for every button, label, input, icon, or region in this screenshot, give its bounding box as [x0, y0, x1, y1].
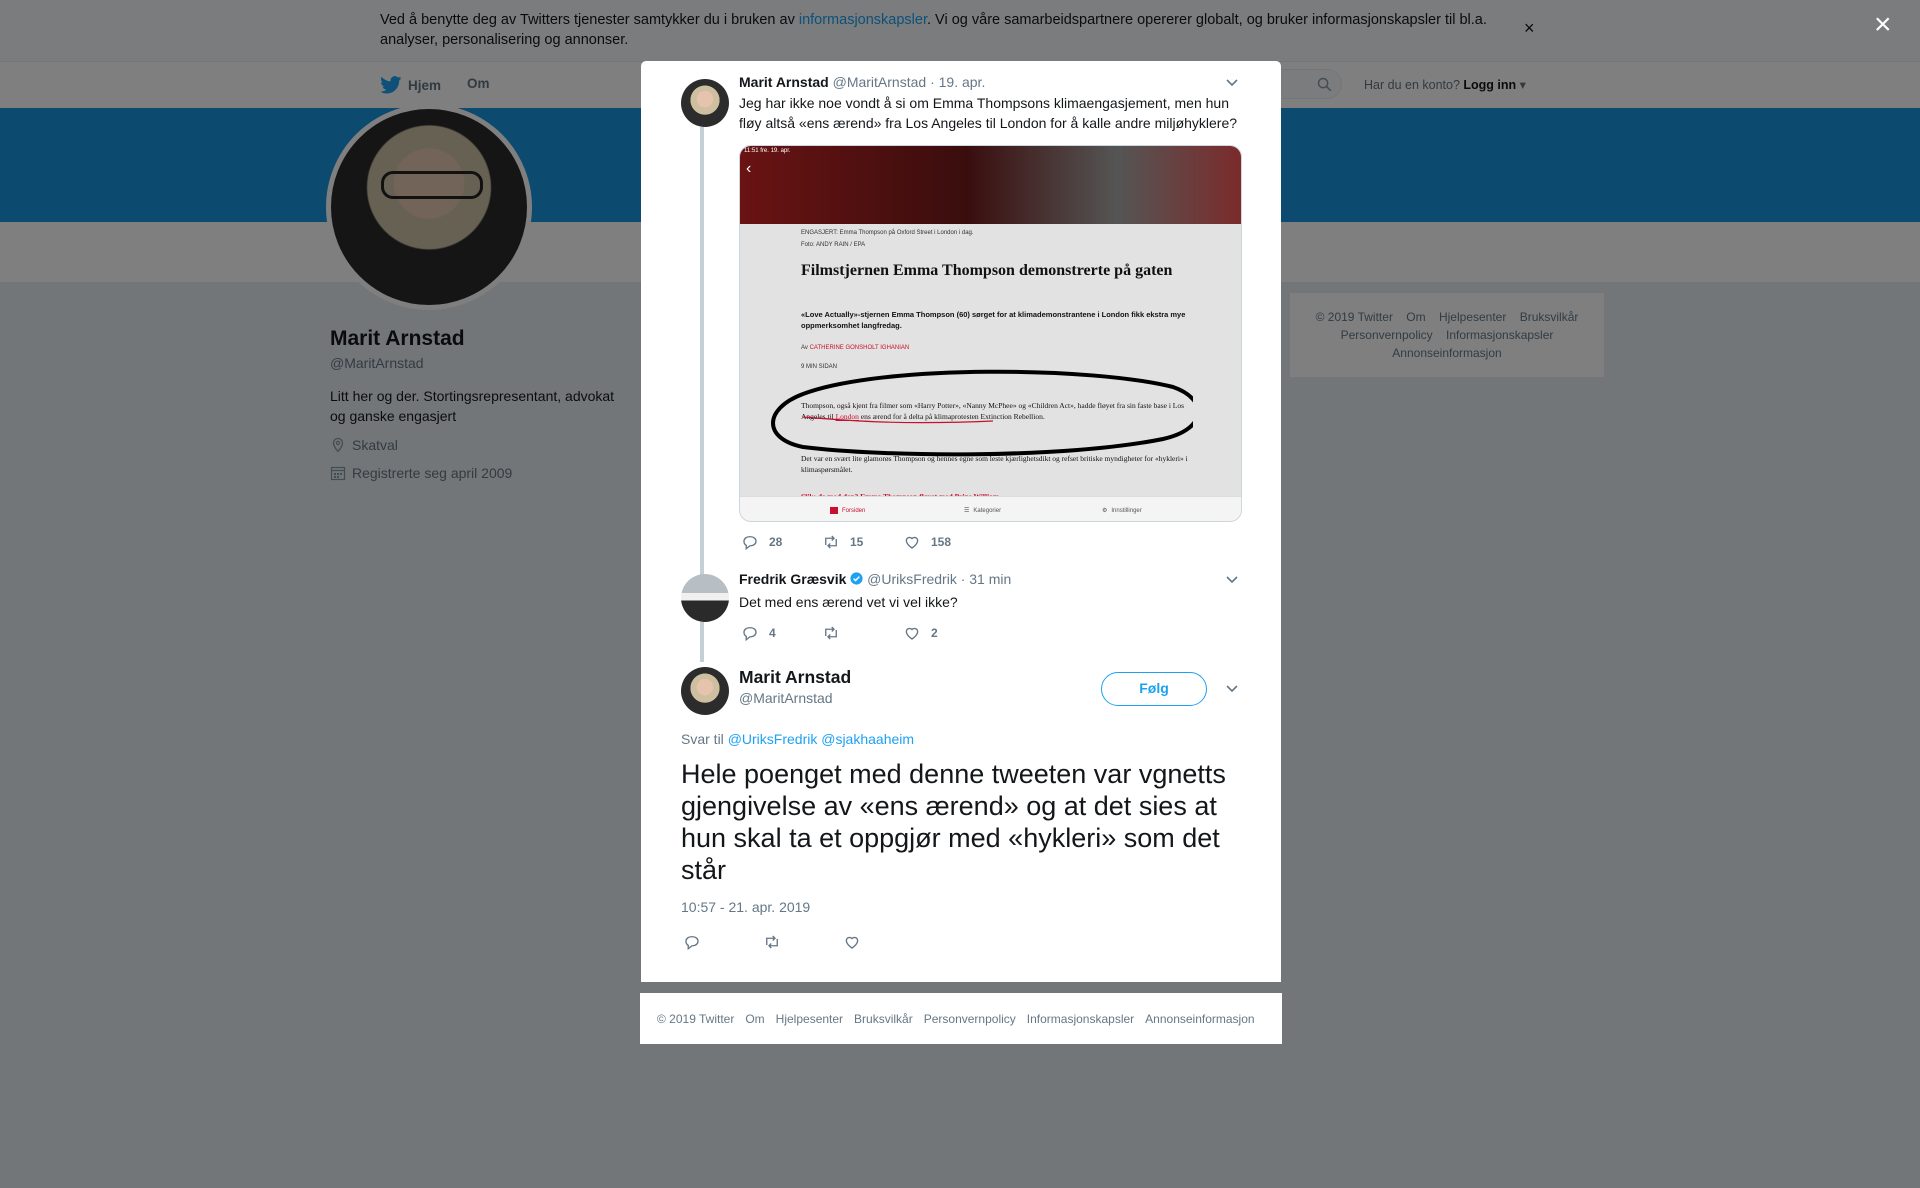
footer-link[interactable]: Informasjonskapsler	[1027, 1012, 1134, 1026]
reply-icon	[743, 627, 757, 642]
footer-link[interactable]: © 2019 Twitter	[657, 1012, 734, 1026]
like-icon	[845, 936, 859, 949]
tweet-date[interactable]: · 19. apr.	[930, 74, 985, 90]
home-tab-icon	[830, 507, 838, 514]
avatar[interactable]	[681, 667, 729, 715]
tweet-header: Marit Arnstad @MaritArnstad · 19. apr.	[739, 74, 985, 90]
tweet-text: Det med ens ærend vet vi vel ikke?	[739, 594, 958, 610]
article-byline: Av CATHERINE GONSHOLT IGHANIAN	[801, 345, 910, 351]
footer-link[interactable]: Annonseinformasjon	[1145, 1012, 1254, 1026]
hand-drawn-ellipse	[771, 369, 1193, 457]
avatar[interactable]	[681, 574, 729, 622]
chevron-down-icon[interactable]	[1226, 576, 1238, 584]
reply-button[interactable]: 4	[741, 624, 822, 642]
follow-button[interactable]: Følg	[1101, 672, 1207, 706]
tweet-author-name[interactable]: Fredrik Græsvik	[739, 571, 846, 587]
reply-icon	[685, 936, 699, 951]
tweet-media-image[interactable]: 11:51 fre. 19. apr. ‹ ENGASJERT: Emma Th…	[739, 145, 1242, 522]
retweet-button[interactable]	[822, 624, 903, 642]
like-button[interactable]: 158	[903, 533, 951, 551]
thread-connector	[700, 622, 704, 662]
tweet-actions: 28 15 158	[741, 533, 951, 551]
close-icon[interactable]: ×	[1874, 10, 1892, 40]
article-lede: «Love Actually»-stjernen Emma Thompson (…	[801, 310, 1186, 330]
settings-icon: ⚙	[1102, 508, 1108, 514]
article-headline: Filmstjernen Emma Thompson demonstrerte …	[801, 262, 1173, 279]
main-tweet-timestamp[interactable]: 10:57 - 21. apr. 2019	[681, 899, 810, 915]
main-tweet-text: Hele poenget med denne tweeten var vgnet…	[681, 759, 1226, 885]
tweet-header: Fredrik Græsvik @UriksFredrik · 31 min	[739, 571, 1011, 587]
menu-icon: ☰	[964, 508, 970, 514]
retweet-icon	[825, 626, 837, 640]
tweet-author-name[interactable]: Marit Arnstad	[739, 74, 829, 90]
tweet-actions	[683, 933, 861, 951]
tweet-text: Jeg har ikke noe vondt å si om Emma Thom…	[739, 95, 1238, 131]
thread-connector	[700, 127, 704, 577]
tweet-author-handle[interactable]: @UriksFredrik	[867, 571, 957, 587]
footer-link[interactable]: Hjelpesenter	[776, 1012, 843, 1026]
tweet-actions: 4 2	[741, 624, 938, 642]
main-tweet-author-handle[interactable]: @MaritArnstad	[739, 690, 833, 706]
footer-link[interactable]: Personvernpolicy	[924, 1012, 1016, 1026]
chevron-down-icon[interactable]	[1226, 685, 1238, 693]
retweet-button[interactable]	[763, 933, 843, 951]
reply-icon	[743, 536, 757, 551]
like-icon	[905, 627, 919, 640]
avatar[interactable]	[681, 79, 729, 127]
media-app-tabbar: Forsiden ☰ Kategorier ⚙ Innstillinger	[740, 496, 1241, 521]
like-icon	[905, 536, 919, 549]
reply-mentions[interactable]: @UriksFredrik @sjakhaaheim	[728, 731, 914, 747]
tweet-author-handle[interactable]: @MaritArnstad	[833, 74, 927, 90]
retweet-icon	[766, 935, 778, 949]
footer-link[interactable]: Bruksvilkår	[854, 1012, 913, 1026]
retweet-icon	[825, 535, 837, 549]
verified-icon	[850, 572, 863, 585]
like-button[interactable]	[843, 933, 861, 951]
reply-context: Svar til @UriksFredrik @sjakhaaheim	[681, 731, 915, 747]
like-button[interactable]: 2	[903, 624, 938, 642]
chevron-down-icon[interactable]	[1226, 79, 1238, 87]
retweet-button[interactable]: 15	[822, 533, 903, 551]
media-photo: 11:51 fre. 19. apr. ‹	[740, 146, 1241, 224]
main-tweet-author-name[interactable]: Marit Arnstad	[739, 667, 851, 688]
tweet-date[interactable]: · 31 min	[961, 571, 1012, 587]
reply-button[interactable]	[683, 933, 763, 951]
back-arrow-icon: ‹	[746, 160, 752, 177]
modal-footer: © 2019 Twitter Om Hjelpesenter Bruksvilk…	[640, 993, 1282, 1044]
footer-link[interactable]: Om	[745, 1012, 764, 1026]
reply-button[interactable]: 28	[741, 533, 822, 551]
